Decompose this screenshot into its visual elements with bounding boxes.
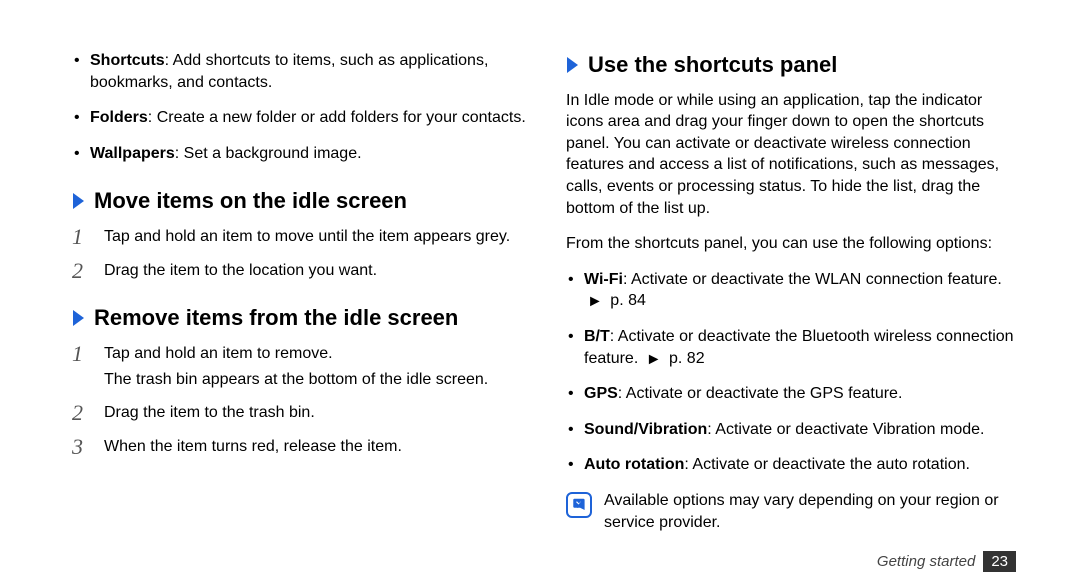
- manual-page: Shortcuts: Add shortcuts to items, such …: [0, 0, 1080, 563]
- add-options-list: Shortcuts: Add shortcuts to items, such …: [72, 50, 526, 164]
- heading-text: Remove items from the idle screen: [94, 303, 458, 333]
- term: GPS: [584, 385, 618, 402]
- text: : Activate or deactivate the WLAN connec…: [623, 271, 1002, 288]
- note: Available options may vary depending on …: [566, 490, 1020, 533]
- right-column: Use the shortcuts panel In Idle mode or …: [566, 50, 1020, 533]
- page-footer: Getting started 23: [877, 551, 1016, 572]
- note-text: Available options may vary depending on …: [604, 490, 1020, 533]
- list-item: Wallpapers: Set a background image.: [72, 143, 526, 165]
- list-item: Shortcuts: Add shortcuts to items, such …: [72, 50, 526, 93]
- page-number: 23: [983, 551, 1016, 572]
- chevron-right-icon: [72, 192, 86, 210]
- step: 1 Tap and hold an item to remove. The tr…: [72, 343, 526, 390]
- triangle-right-icon: ►: [646, 351, 662, 368]
- intro-paragraph: In Idle mode or while using an applicati…: [566, 90, 1020, 220]
- move-steps: 1 Tap and hold an item to move until the…: [72, 226, 526, 281]
- term: Auto rotation: [584, 456, 684, 473]
- step-text: Drag the item to the trash bin.: [104, 404, 315, 421]
- term: Shortcuts: [90, 52, 165, 69]
- text: : Activate or deactivate Vibration mode.: [707, 421, 984, 438]
- page-ref: p. 84: [610, 292, 646, 309]
- term: Folders: [90, 109, 148, 126]
- list-item: B/T: Activate or deactivate the Bluetoot…: [566, 326, 1020, 369]
- chevron-right-icon: [566, 56, 580, 74]
- triangle-right-icon: ►: [587, 293, 603, 310]
- heading-shortcuts-panel: Use the shortcuts panel: [566, 50, 1020, 80]
- step-number: 2: [72, 398, 83, 428]
- text: : Set a background image.: [175, 145, 362, 162]
- step-text: When the item turns red, release the ite…: [104, 438, 402, 455]
- list-item: GPS: Activate or deactivate the GPS feat…: [566, 383, 1020, 405]
- heading-remove-items: Remove items from the idle screen: [72, 303, 526, 333]
- heading-move-items: Move items on the idle screen: [72, 186, 526, 216]
- heading-text: Move items on the idle screen: [94, 186, 407, 216]
- text: : Activate or deactivate the GPS feature…: [618, 385, 903, 402]
- list-item: Auto rotation: Activate or deactivate th…: [566, 454, 1020, 476]
- step-text: Drag the item to the location you want.: [104, 262, 377, 279]
- note-icon: [566, 492, 592, 518]
- term: B/T: [584, 328, 610, 345]
- step-number: 1: [72, 222, 83, 252]
- term: Wi-Fi: [584, 271, 623, 288]
- step-number: 1: [72, 339, 83, 369]
- remove-steps: 1 Tap and hold an item to remove. The tr…: [72, 343, 526, 457]
- text: : Activate or deactivate the auto rotati…: [684, 456, 970, 473]
- footer-section: Getting started: [877, 553, 975, 570]
- term: Sound/Vibration: [584, 421, 707, 438]
- step-number: 3: [72, 432, 83, 462]
- left-column: Shortcuts: Add shortcuts to items, such …: [72, 50, 526, 533]
- page-ref: p. 82: [669, 350, 705, 367]
- list-item: Folders: Create a new folder or add fold…: [72, 107, 526, 129]
- term: Wallpapers: [90, 145, 175, 162]
- shortcut-options-list: Wi-Fi: Activate or deactivate the WLAN c…: [566, 269, 1020, 476]
- step-subtext: The trash bin appears at the bottom of t…: [104, 369, 526, 391]
- step: 2 Drag the item to the location you want…: [72, 260, 526, 282]
- step-text: Tap and hold an item to move until the i…: [104, 228, 510, 245]
- list-item: Sound/Vibration: Activate or deactivate …: [566, 419, 1020, 441]
- heading-text: Use the shortcuts panel: [588, 50, 837, 80]
- step: 3 When the item turns red, release the i…: [72, 436, 526, 458]
- step-text: Tap and hold an item to remove.: [104, 345, 333, 362]
- step-number: 2: [72, 256, 83, 286]
- options-lead: From the shortcuts panel, you can use th…: [566, 233, 1020, 255]
- list-item: Wi-Fi: Activate or deactivate the WLAN c…: [566, 269, 1020, 312]
- text: : Create a new folder or add folders for…: [148, 109, 526, 126]
- step: 1 Tap and hold an item to move until the…: [72, 226, 526, 248]
- chevron-right-icon: [72, 309, 86, 327]
- step: 2 Drag the item to the trash bin.: [72, 402, 526, 424]
